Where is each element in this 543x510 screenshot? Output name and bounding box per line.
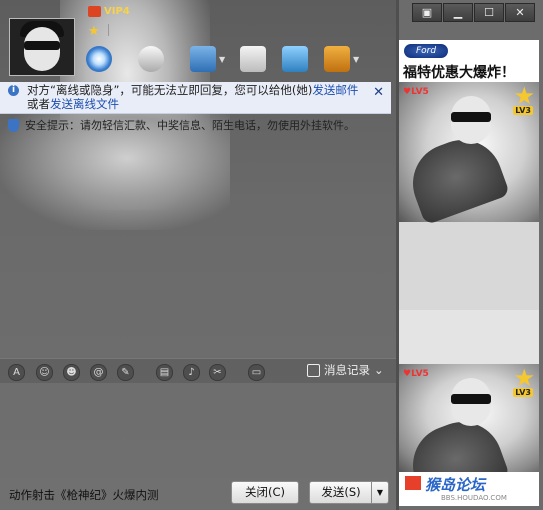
title-buttons: ▣ ▁ ☐ ✕: [412, 3, 535, 22]
image-icon[interactable]: ▤: [156, 364, 173, 381]
vip-badge[interactable]: VIP4: [88, 6, 130, 17]
send-offline-file-link[interactable]: 发送离线文件: [50, 97, 119, 111]
chat-main-panel: VIP4 ★ ▼ ▼ i 对方“离线或隐身”，可能无法立即回复，您可以给他(她)…: [0, 0, 396, 510]
shake-icon[interactable]: ▭: [248, 364, 265, 381]
level-label: LV3: [513, 388, 533, 397]
notice-text-part: 对方“离线或隐身”，可能无法立即回复，您可以给他(她): [27, 83, 313, 97]
star-icon[interactable]: ★: [88, 24, 100, 39]
notice-text-part: 或者: [27, 97, 50, 111]
vip-label: VIP4: [104, 6, 130, 17]
warning-text: 安全提示：请勿轻信汇款、中奖信息、陌生电话，勿使用外挂软件。: [25, 119, 355, 132]
ad-title: 福特优惠大爆炸！: [403, 65, 515, 81]
ad-gap: [399, 310, 539, 364]
crown-icon: [88, 6, 101, 17]
star-icon: ★: [513, 82, 535, 110]
home-icon: [405, 476, 421, 490]
history-icon: [307, 363, 320, 377]
skin-button[interactable]: ▣: [412, 3, 442, 22]
friend-show-image[interactable]: ♥LV5 ★ LV3: [399, 82, 539, 226]
ford-logo: Ford: [404, 44, 448, 58]
ad-text-link[interactable]: 动作射击《枪神纪》火爆内测: [9, 487, 159, 503]
music-icon[interactable]: ♪: [183, 364, 200, 381]
level-badge: ♥LV5: [403, 87, 429, 97]
watermark-brand: 猴岛论坛: [425, 476, 486, 494]
my-show-image[interactable]: ♥LV5 ★ LV3: [399, 364, 539, 508]
watermark-logo: 猴岛论坛 BBS.HOUDAO.COM: [399, 472, 539, 506]
notice-text: 对方“离线或隐身”，可能无法立即回复，您可以给他(她)发送邮件或者发送离线文件: [27, 83, 367, 111]
shield-icon: [8, 118, 19, 132]
chevron-down-icon[interactable]: ▼: [219, 55, 225, 64]
offline-notice: i 对方“离线或隐身”，可能无法立即回复，您可以给他(她)发送邮件或者发送离线文…: [0, 82, 391, 114]
message-input[interactable]: [0, 383, 396, 478]
level-badge: ♥LV5: [403, 369, 429, 379]
show-arm: [401, 128, 511, 226]
chevron-down-icon: ⌄: [374, 363, 384, 377]
show-glasses: [451, 112, 491, 122]
info-icon: i: [8, 85, 19, 96]
send-file-icon[interactable]: [190, 46, 216, 72]
poke-icon[interactable]: @: [90, 364, 107, 381]
close-window-button[interactable]: ✕: [505, 3, 535, 22]
close-button[interactable]: 关闭(C): [231, 481, 299, 504]
send-mail-link[interactable]: 发送邮件: [312, 83, 358, 97]
close-icon[interactable]: ✕: [373, 85, 384, 100]
emoji-icon[interactable]: ☺: [36, 364, 53, 381]
watermark-url: BBS.HOUDAO.COM: [441, 494, 507, 502]
voice-call-icon[interactable]: [138, 46, 164, 72]
history-label: 消息记录: [324, 363, 370, 377]
chevron-down-icon[interactable]: ▼: [353, 55, 359, 64]
minimize-button[interactable]: ▁: [443, 3, 473, 22]
level-label: LV3: [513, 106, 533, 115]
send-button[interactable]: 发送(S): [309, 481, 373, 504]
show-glasses: [451, 394, 491, 404]
handwrite-icon[interactable]: ✎: [117, 364, 134, 381]
magic-emoji-icon[interactable]: ☻: [63, 364, 80, 381]
app-icon[interactable]: [240, 46, 266, 72]
star-icon: ★: [513, 364, 535, 392]
avatar-shades: [24, 41, 60, 50]
divider: [108, 24, 109, 36]
chat-window: VIP4 ★ ▼ ▼ i 对方“离线或隐身”，可能无法立即回复，您可以给他(她)…: [0, 0, 543, 510]
more-icon[interactable]: [324, 46, 350, 72]
ad-banner[interactable]: Ford 福特优惠大爆炸！: [399, 40, 539, 82]
maximize-button[interactable]: ☐: [474, 3, 504, 22]
video-call-icon[interactable]: [86, 46, 112, 72]
remote-assist-icon[interactable]: [282, 46, 308, 72]
screenshot-icon[interactable]: ✂: [209, 364, 226, 381]
avatar[interactable]: [9, 18, 75, 76]
font-icon[interactable]: A: [8, 364, 25, 381]
ad-sidebar[interactable]: Ford 福特优惠大爆炸！ ♥LV5 ★ LV3 ♥LV5 ★ LV3 猴岛论坛…: [399, 40, 539, 508]
message-history-button[interactable]: 消息记录 ⌄: [307, 362, 384, 378]
send-options-button[interactable]: ▼: [371, 481, 389, 504]
security-warning: 安全提示：请勿轻信汇款、中奖信息、陌生电话，勿使用外挂软件。: [8, 117, 355, 133]
